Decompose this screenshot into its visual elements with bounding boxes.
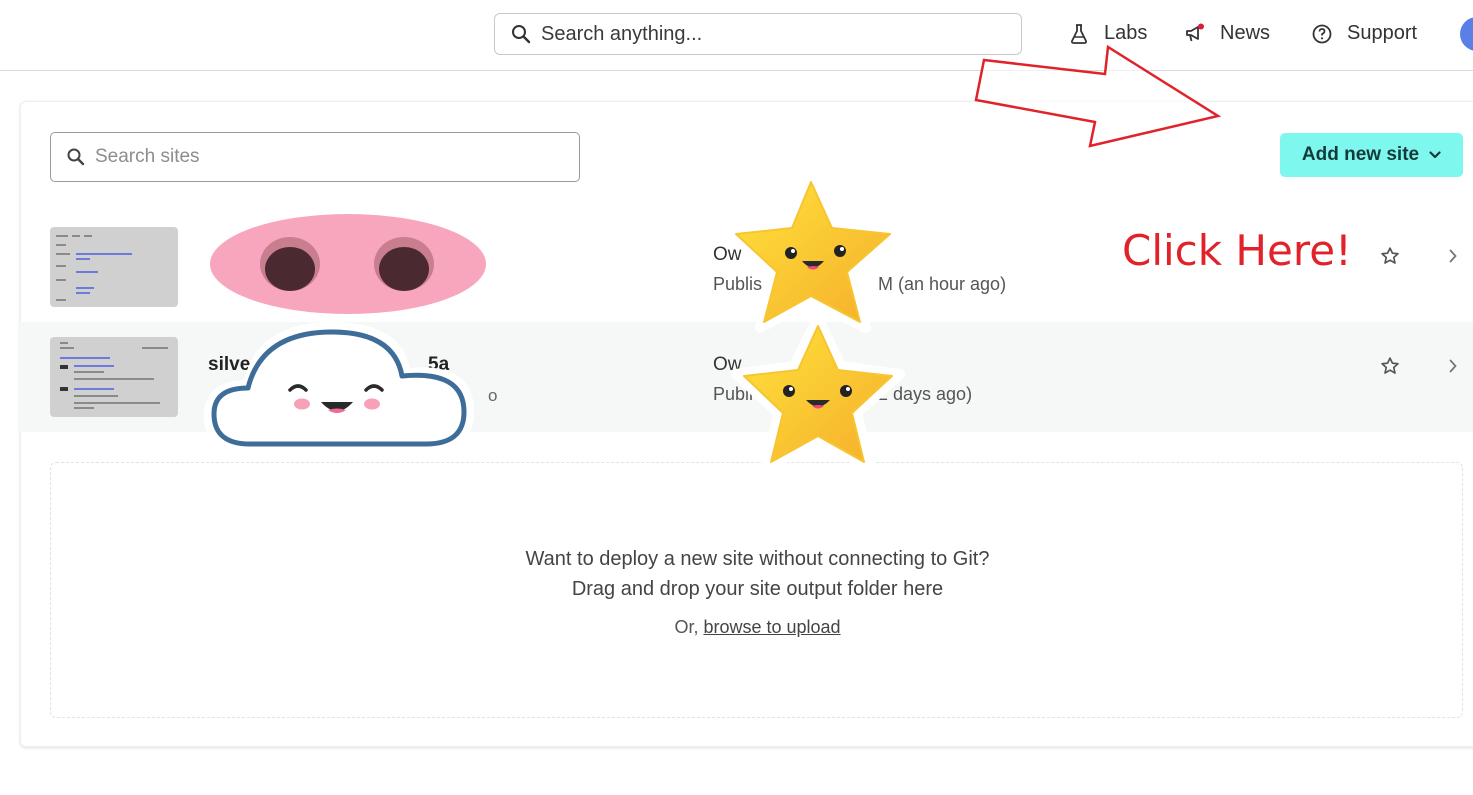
- global-search-input[interactable]: Search anything...: [494, 13, 1022, 55]
- site-thumbnail: [50, 337, 178, 417]
- chevron-right-icon[interactable]: [1446, 248, 1460, 264]
- pig-nose-sticker: [200, 206, 496, 322]
- star-sticker: [723, 169, 903, 333]
- search-icon: [511, 24, 531, 44]
- dropzone-or-text: Or,: [674, 617, 704, 637]
- dropzone-instructions: Drag and drop your site output folder he…: [571, 578, 944, 600]
- site-search-placeholder: Search sites: [95, 146, 200, 167]
- global-search-placeholder: Search anything...: [541, 22, 703, 45]
- user-avatar[interactable]: [1460, 17, 1473, 51]
- site-sub-tail: o: [488, 386, 498, 405]
- help-circle-icon: [1311, 23, 1333, 45]
- click-here-annotation: Click Here!: [1122, 226, 1352, 275]
- star-sticker: [731, 313, 905, 473]
- nav-support-label: Support: [1347, 22, 1418, 44]
- site-search-input[interactable]: Search sites: [50, 132, 580, 182]
- dropzone-upload-line: Or, browse to upload: [51, 617, 1464, 638]
- search-icon: [67, 148, 85, 166]
- dropzone-heading: Want to deploy a new site without connec…: [525, 548, 990, 570]
- add-new-site-button[interactable]: Add new site: [1280, 133, 1463, 177]
- favorite-star-icon[interactable]: [1379, 245, 1401, 267]
- add-new-site-label: Add new site: [1301, 144, 1420, 165]
- chevron-right-icon[interactable]: [1446, 358, 1460, 374]
- favorite-star-icon[interactable]: [1379, 355, 1401, 377]
- site-thumbnail: [50, 227, 178, 307]
- cloud-sticker: [204, 322, 474, 452]
- nav-support[interactable]: Support: [1311, 22, 1417, 45]
- deploy-dropzone[interactable]: Want to deploy a new site without connec…: [50, 462, 1463, 718]
- arrow-annotation: [974, 44, 1222, 148]
- browse-to-upload-link[interactable]: browse to upload: [703, 617, 840, 637]
- chevron-down-icon: [1429, 149, 1441, 161]
- top-bar: Search anything... Labs News Support: [0, 0, 1473, 71]
